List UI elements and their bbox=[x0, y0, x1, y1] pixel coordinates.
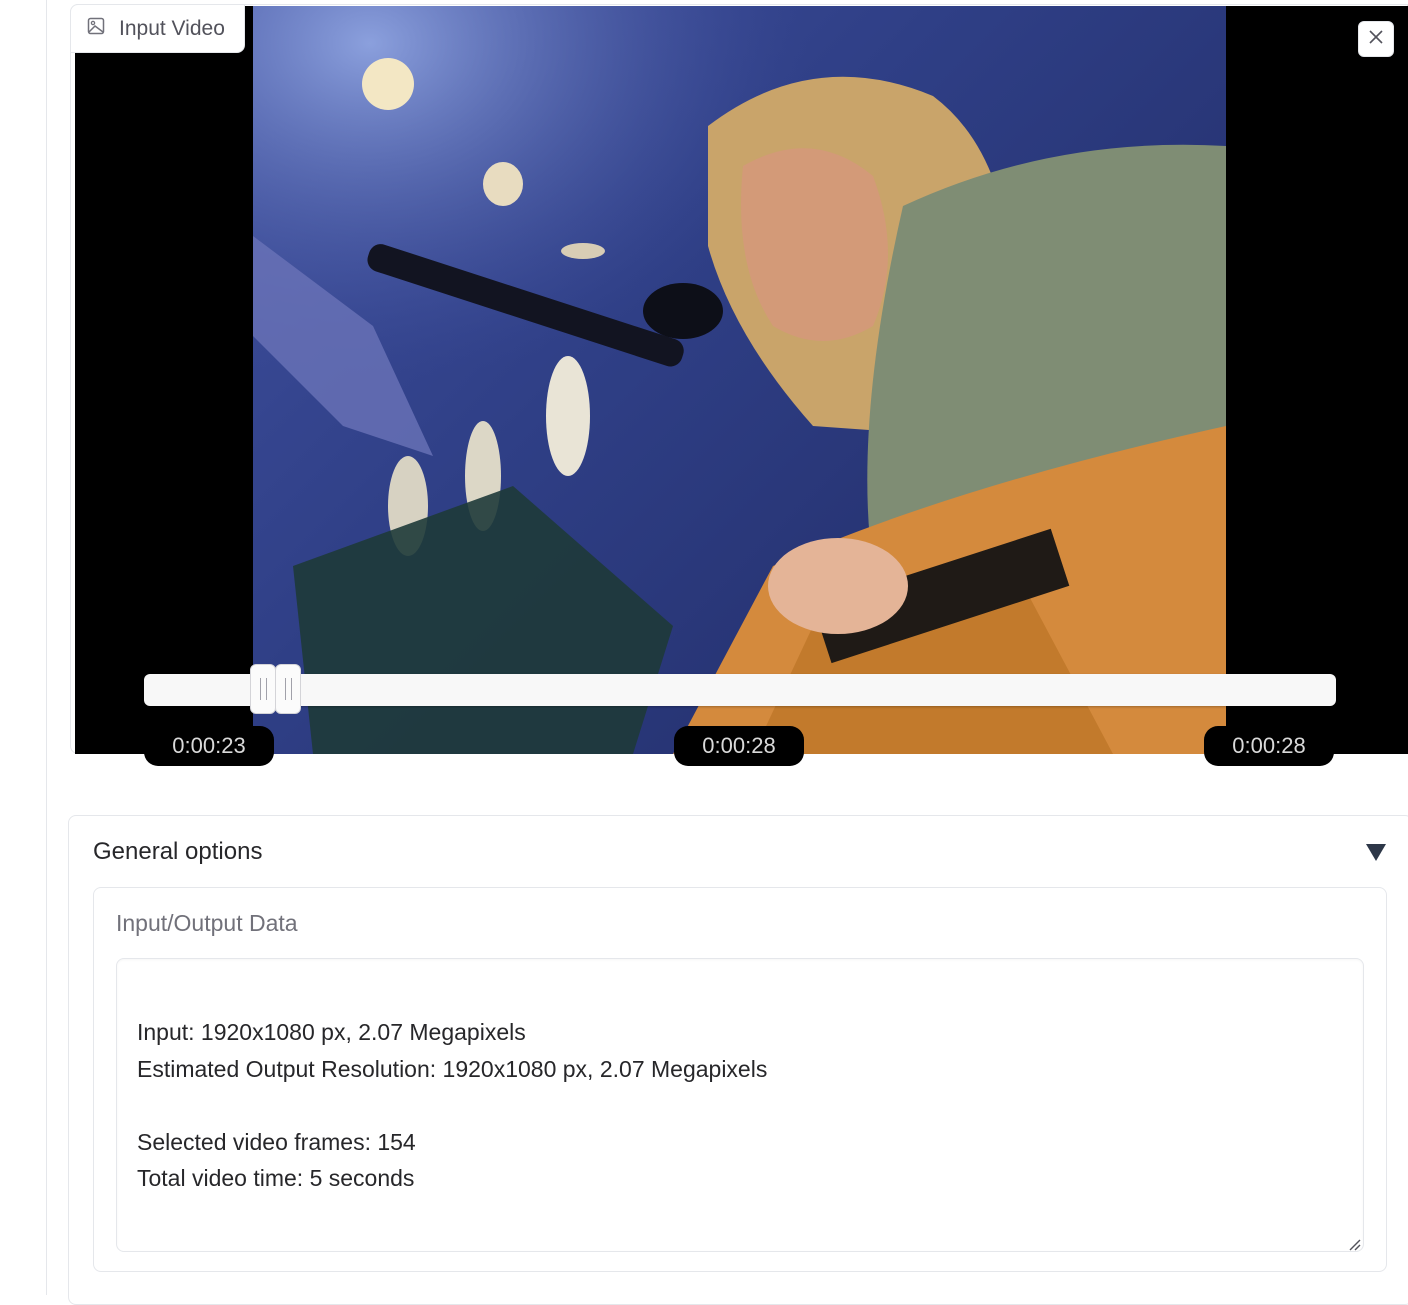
io-line: Input: 1920x1080 px, 2.07 Megapixels bbox=[137, 1019, 526, 1045]
input-video-label: Input Video bbox=[70, 4, 245, 53]
triangle-down-icon[interactable] bbox=[1364, 842, 1388, 867]
resize-grip-icon[interactable] bbox=[1349, 1238, 1361, 1256]
video-frame-image bbox=[253, 6, 1226, 754]
io-line: Estimated Output Resolution: 1920x1080 p… bbox=[137, 1055, 768, 1082]
trim-end-handle[interactable] bbox=[275, 664, 301, 714]
io-line: Selected video frames: 154 bbox=[137, 1128, 416, 1155]
input-video-label-text: Input Video bbox=[119, 16, 225, 40]
trim-slider-track[interactable] bbox=[144, 664, 1336, 714]
video-frame bbox=[253, 6, 1226, 754]
io-data-textarea[interactable]: Input: 1920x1080 px, 2.07 Megapixels Est… bbox=[116, 958, 1364, 1252]
left-divider bbox=[46, 0, 47, 1295]
video-player[interactable] bbox=[75, 6, 1408, 754]
io-line bbox=[137, 1087, 1343, 1124]
current-time: 0:00:28 bbox=[674, 726, 804, 766]
trim-start-handle[interactable] bbox=[250, 664, 276, 714]
io-line: Total video time: 5 seconds bbox=[137, 1165, 415, 1191]
io-data-label: Input/Output Data bbox=[116, 910, 298, 936]
trim-start-time: 0:00:23 bbox=[144, 726, 274, 766]
general-options-title[interactable]: General options bbox=[93, 838, 262, 866]
trim-end-time: 0:00:28 bbox=[1204, 726, 1334, 766]
close-icon bbox=[1368, 29, 1384, 50]
close-button[interactable] bbox=[1358, 21, 1394, 57]
image-icon bbox=[87, 17, 105, 40]
